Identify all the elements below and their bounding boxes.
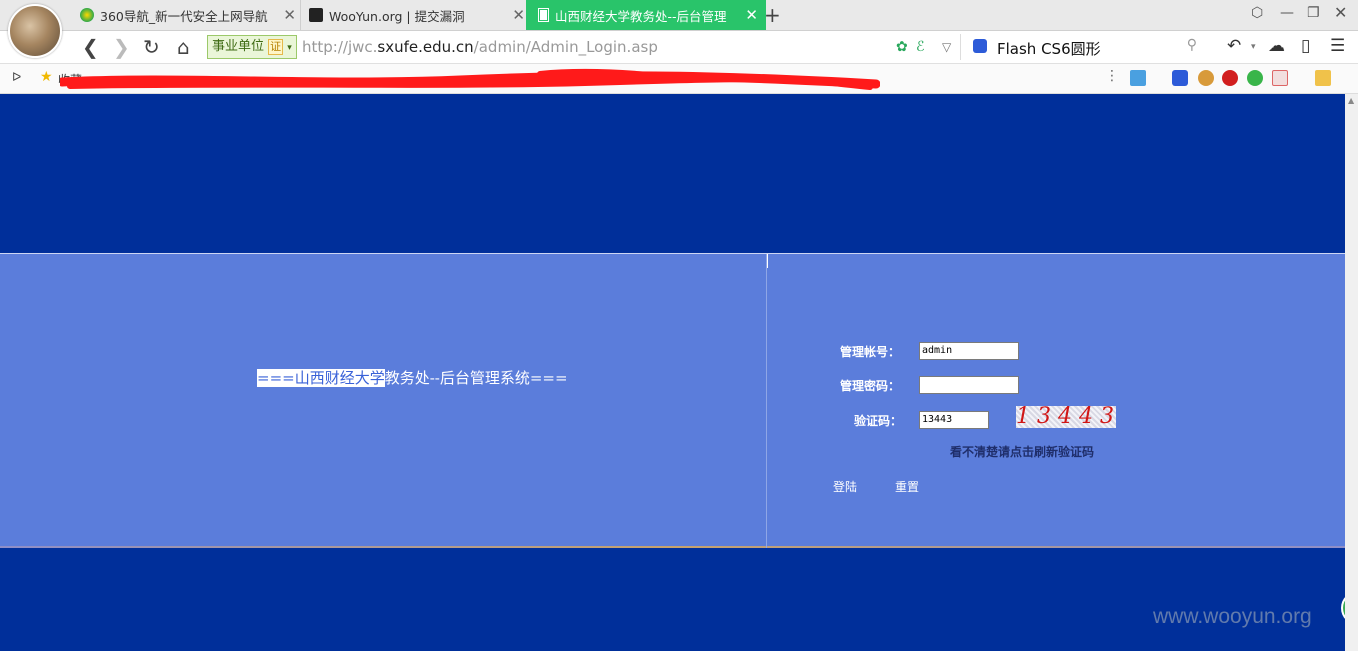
minimize-button[interactable]: — [1280, 5, 1294, 21]
chevron-down-icon: ▾ [287, 43, 292, 53]
baidu-paw-icon[interactable] [1172, 70, 1188, 86]
divider-tick [767, 254, 768, 268]
url-path: /admin/Admin_Login.asp [473, 38, 658, 56]
skin-icon[interactable]: ⬡ [1251, 5, 1263, 21]
address-bar: ❮ ❯ ↻ ⌂ 事业单位 证 ▾ http://jwc.sxufe.edu.cn… [0, 31, 1358, 64]
band-divider [0, 546, 1345, 548]
cert-icon: 证 [268, 39, 284, 55]
speed-icon[interactable]: ℰ [916, 39, 924, 55]
baidu-paw-icon [973, 39, 987, 53]
url-domain: sxufe.edu.cn [377, 38, 474, 56]
tab-label: 360导航_新一代安全上网导航 [100, 8, 268, 24]
url-field[interactable]: http://jwc.sxufe.edu.cn/admin/Admin_Logi… [302, 38, 658, 56]
close-icon[interactable]: ✕ [745, 6, 758, 24]
home-button[interactable]: ⌂ [177, 35, 190, 59]
user-avatar[interactable] [8, 4, 62, 58]
url-prefix: http://jwc. [302, 38, 378, 56]
sidebar-toggle-icon[interactable]: ᐅ [12, 70, 21, 84]
mobile-icon[interactable]: ▯ [1301, 36, 1310, 56]
page-viewport: ===山西财经大学教务处--后台管理系统=== 管理帐号： admin 管理密码… [0, 94, 1358, 651]
chevron-down-icon[interactable]: ▾ [1251, 42, 1256, 52]
captcha-label: 验证码： [854, 414, 903, 428]
forward-button[interactable]: ❯ [113, 35, 130, 59]
scroll-up-arrow-icon[interactable]: ▲ [1348, 96, 1354, 105]
chevron-down-icon[interactable]: ▽ [942, 40, 951, 54]
360-logo-icon [80, 8, 94, 22]
username-input[interactable]: admin [919, 342, 1019, 360]
back-button[interactable]: ❮ [82, 35, 99, 59]
verified-badge[interactable]: 事业单位 证 ▾ [207, 35, 297, 59]
captcha-input[interactable]: 13443 [919, 411, 989, 429]
cloud-icon[interactable]: ☁ [1268, 36, 1285, 56]
redaction-scribble [60, 68, 880, 90]
menu-icon[interactable]: ☰ [1330, 36, 1345, 56]
cookie-icon[interactable] [1198, 70, 1214, 86]
translate-icon[interactable] [1272, 70, 1288, 86]
search-box[interactable]: Flash CS6圆形 ⚲ [960, 34, 1211, 60]
captcha-image[interactable]: 13443 [1016, 406, 1116, 428]
security-icon[interactable]: ✿ [896, 39, 908, 55]
tab-strip: 360导航_新一代安全上网导航 ✕ WooYun.org | 提交漏洞 ✕ 山西… [0, 0, 1358, 31]
watermark: www.wooyun.org [1153, 605, 1312, 628]
tab-wooyun[interactable]: WooYun.org | 提交漏洞 ✕ [300, 0, 533, 30]
tab-label: WooYun.org | 提交漏洞 [329, 8, 465, 24]
tab-admin-login[interactable]: 山西财经大学教务处--后台管理 ✕ [526, 0, 766, 30]
apps-icon[interactable] [1130, 70, 1146, 86]
adblock-icon[interactable] [1222, 70, 1238, 86]
login-band [0, 253, 1345, 548]
login-button[interactable]: 登陆 [833, 478, 857, 495]
title-highlight: ===山西财经大学 [257, 369, 385, 387]
wifi-icon[interactable] [1247, 70, 1263, 86]
extension-icon[interactable] [1315, 70, 1331, 86]
reset-button[interactable]: 重置 [895, 478, 919, 495]
close-icon[interactable]: ✕ [283, 6, 296, 24]
vertical-divider [766, 254, 767, 548]
bookmark-bar: ᐅ ★ 收藏 ⋮ [0, 64, 1358, 94]
star-icon[interactable]: ★ [40, 69, 53, 85]
search-input[interactable]: Flash CS6圆形 [997, 38, 1101, 59]
password-input[interactable] [919, 376, 1019, 394]
search-icon[interactable]: ⚲ [1187, 37, 1197, 53]
more-dots-icon[interactable]: ⋮ [1105, 68, 1119, 84]
tab-360-nav[interactable]: 360导航_新一代安全上网导航 ✕ [72, 0, 304, 30]
vertical-scrollbar[interactable]: ▲ [1345, 94, 1358, 651]
password-label: 管理密码： [840, 379, 901, 393]
title-rest: 教务处--后台管理系统=== [384, 369, 568, 387]
reload-button[interactable]: ↻ [143, 35, 160, 59]
close-icon[interactable]: ✕ [512, 6, 525, 24]
document-icon [538, 8, 549, 22]
new-tab-button[interactable]: + [764, 3, 781, 27]
username-label: 管理帐号： [840, 345, 901, 359]
badge-label: 事业单位 [212, 39, 265, 54]
undo-icon[interactable]: ↶ [1227, 36, 1241, 56]
close-window-button[interactable]: ✕ [1334, 3, 1347, 22]
system-title: ===山西财经大学教务处--后台管理系统=== [257, 367, 568, 388]
wooyun-logo-icon [309, 8, 323, 22]
tab-label: 山西财经大学教务处--后台管理 [555, 8, 727, 24]
refresh-captcha-link[interactable]: 看不清楚请点击刷新验证码 [950, 443, 1094, 460]
restore-button[interactable]: ❐ [1307, 5, 1320, 21]
